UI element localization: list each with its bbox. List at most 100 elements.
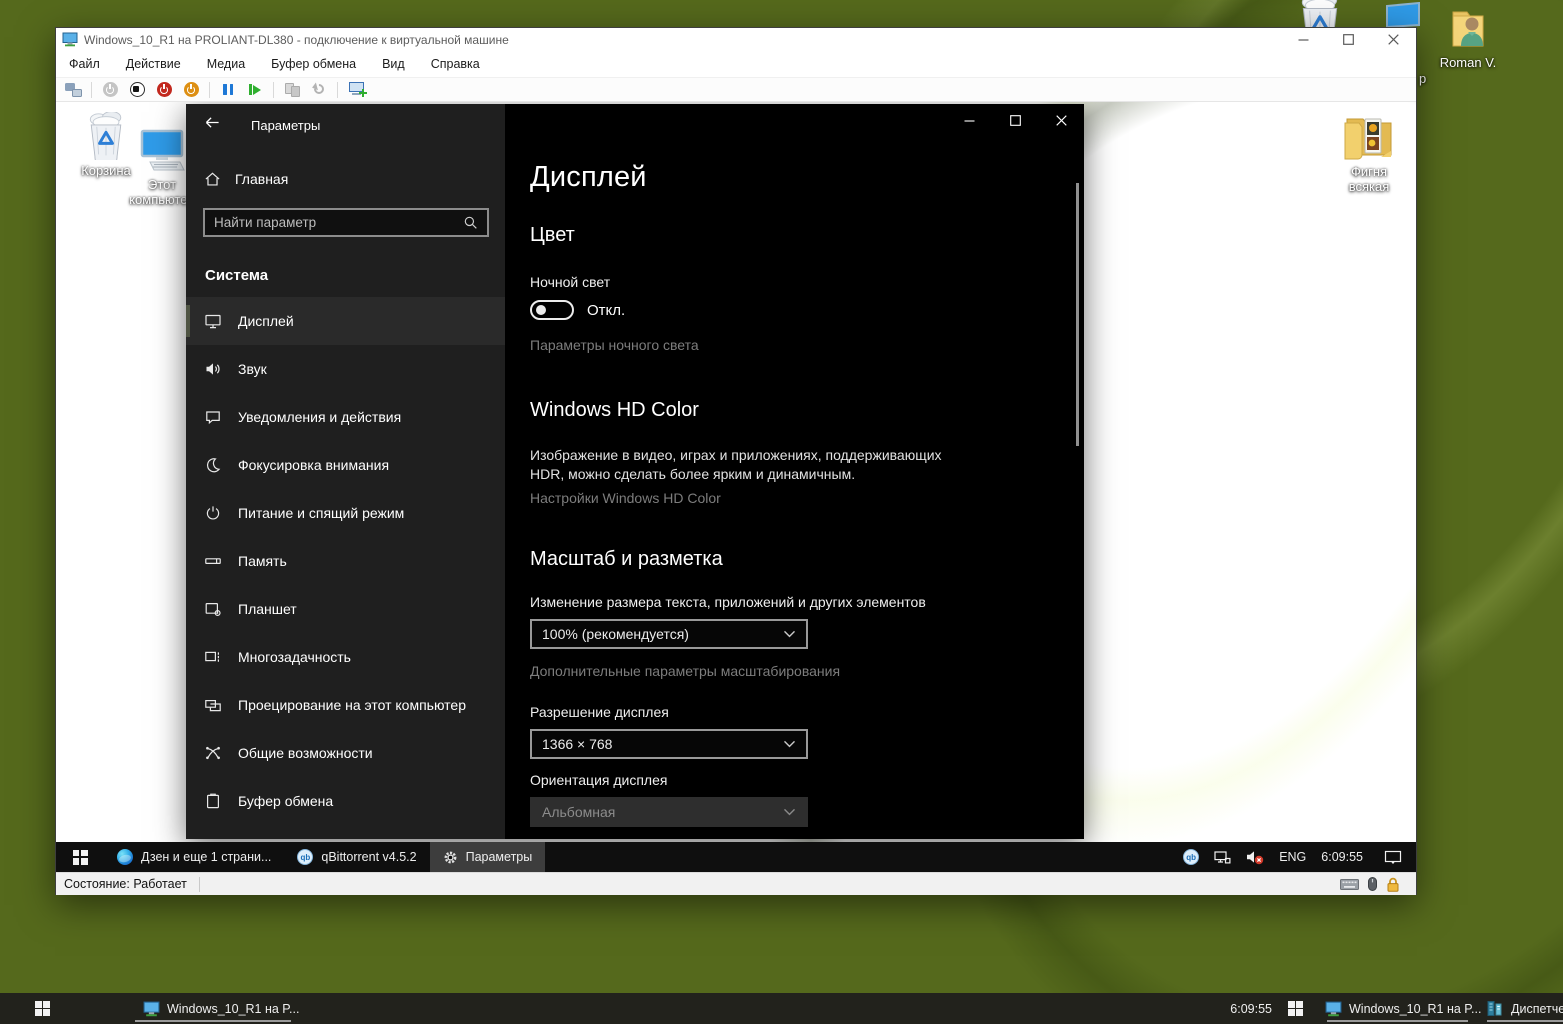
settings-close-button[interactable] <box>1038 104 1084 137</box>
scale-section-title: Масштаб и разметка <box>530 548 1084 571</box>
undo-arrow-icon <box>313 83 326 96</box>
settings-maximize-button[interactable] <box>992 104 1038 137</box>
save-state-button[interactable] <box>182 81 200 99</box>
host-user-folder-icon[interactable]: Roman V. <box>1438 6 1498 70</box>
night-light-toggle[interactable] <box>530 300 574 320</box>
statusbar-separator <box>199 877 200 892</box>
menu-file[interactable]: Файл <box>56 57 113 71</box>
sidebar-item-storage[interactable]: Память <box>186 537 505 585</box>
volume-muted-icon[interactable] <box>1246 849 1264 865</box>
resolution-label: Разрешение дисплея <box>530 704 1084 720</box>
settings-sidebar: Параметры Главная Система Дисплей <box>186 104 505 839</box>
this-pc-icon <box>136 128 188 174</box>
action-center-icon[interactable] <box>1384 849 1402 865</box>
step-play-icon <box>249 84 262 95</box>
ctrl-alt-del-icon <box>65 83 82 97</box>
start-vm-button[interactable] <box>101 81 119 99</box>
toolbar-separator <box>337 82 338 98</box>
menu-media[interactable]: Медиа <box>194 57 258 71</box>
page-title: Дисплей <box>530 161 1084 194</box>
pause-button[interactable] <box>219 81 237 99</box>
shutdown-button[interactable] <box>155 81 173 99</box>
scale-dropdown[interactable]: 100% (рекомендуется) <box>530 619 808 649</box>
qbittorrent-tray-icon[interactable]: qb <box>1183 849 1199 865</box>
sidebar-item-clipboard[interactable]: Буфер обмена <box>186 777 505 825</box>
sidebar-item-shared-experiences[interactable]: Общие возможности <box>186 729 505 777</box>
menu-view[interactable]: Вид <box>369 57 418 71</box>
taskbar-active-underline <box>1327 1020 1468 1022</box>
sidebar-item-focus[interactable]: Фокусировка внимания <box>186 441 505 489</box>
host-partial-desktop-icon[interactable] <box>1381 2 1425 28</box>
guest-folder-icon[interactable]: Фигня всякая <box>1330 113 1408 194</box>
network-icon[interactable] <box>1214 849 1231 865</box>
sidebar-item-notifications[interactable]: Уведомления и действия <box>186 393 505 441</box>
guest-start-button[interactable] <box>56 842 104 872</box>
taskbar-tab-settings[interactable]: Параметры <box>430 842 546 872</box>
night-light-label: Ночной свет <box>530 274 1084 290</box>
power-red-icon <box>157 82 172 97</box>
windows-logo-icon <box>73 850 88 865</box>
gear-icon <box>443 850 458 865</box>
revert-button[interactable] <box>310 81 328 99</box>
settings-app-title: Параметры <box>251 118 320 133</box>
taskbar-tab-edge[interactable]: Дзен и еще 1 страни... <box>104 842 284 872</box>
guest-desktop: Корзина Этот компьютер Фигня вся <box>56 102 1416 872</box>
vm-status-text: Состояние: Работает <box>64 877 187 891</box>
host-clock[interactable]: 6:09:55 <box>1212 993 1272 1024</box>
resolution-dropdown[interactable]: 1366 × 768 <box>530 729 808 759</box>
taskbar-active-underline <box>1487 1020 1563 1022</box>
settings-search-box[interactable] <box>203 208 489 237</box>
vmconnect-app-icon <box>62 32 78 47</box>
folder-with-pictures-icon <box>1341 113 1397 161</box>
language-indicator[interactable]: ENG <box>1279 850 1306 864</box>
settings-search-input[interactable] <box>205 215 463 230</box>
turn-off-button[interactable] <box>128 81 146 99</box>
checkpoint-button[interactable] <box>283 81 301 99</box>
menu-help[interactable]: Справка <box>418 57 493 71</box>
vm-toolbar <box>56 78 1416 102</box>
enhanced-session-button[interactable] <box>347 81 369 99</box>
host-start-button-left[interactable] <box>35 993 50 1024</box>
vm-close-button[interactable] <box>1371 28 1416 51</box>
guest-clock[interactable]: 6:09:55 <box>1321 850 1363 864</box>
settings-minimize-button[interactable] <box>946 104 992 137</box>
night-light-state: Откл. <box>587 302 625 319</box>
night-light-settings-link[interactable]: Параметры ночного света <box>530 337 1084 353</box>
sidebar-item-tablet[interactable]: Планшет <box>186 585 505 633</box>
nav-home[interactable]: Главная <box>186 135 505 187</box>
desktop-icon-label: Roman V. <box>1440 55 1497 70</box>
vm-minimize-button[interactable] <box>1281 28 1326 51</box>
lock-icon <box>1386 877 1400 892</box>
ctrl-alt-del-button[interactable] <box>64 81 82 99</box>
advanced-scaling-link[interactable]: Дополнительные параметры масштабирования <box>530 663 1084 679</box>
guest-system-tray: qb ENG 6:09:55 <box>1183 842 1416 872</box>
back-button[interactable] <box>204 115 221 135</box>
sidebar-item-multitasking[interactable]: Многозадачность <box>186 633 505 681</box>
settings-scrollbar-thumb[interactable] <box>1076 183 1079 446</box>
sidebar-item-power[interactable]: Питание и спящий режим <box>186 489 505 537</box>
chevron-down-icon <box>783 630 796 638</box>
mouse-icon <box>1368 877 1377 891</box>
menu-clipboard[interactable]: Буфер обмена <box>258 57 369 71</box>
sidebar-item-sound[interactable]: Звук <box>186 345 505 393</box>
sidebar-item-projecting[interactable]: Проецирование на этот компьютер <box>186 681 505 729</box>
resume-button[interactable] <box>246 81 264 99</box>
host-start-button-right[interactable] <box>1288 993 1303 1024</box>
hdr-description: Изображение в видео, играх и приложениях… <box>530 446 966 483</box>
windows-logo-icon <box>1288 1001 1303 1016</box>
guest-taskbar: Дзен и еще 1 страни... qb qBittorrent v4… <box>56 842 1416 872</box>
orientation-dropdown[interactable]: Альбомная <box>530 797 808 827</box>
nav-home-label: Главная <box>235 171 288 187</box>
taskbar-tab-qbittorrent[interactable]: qb qBittorrent v4.5.2 <box>284 842 429 872</box>
windows-logo-icon <box>35 1001 50 1016</box>
toolbar-separator <box>91 82 92 98</box>
display-icon <box>203 312 223 330</box>
sidebar-item-display[interactable]: Дисплей <box>186 297 505 345</box>
hdr-settings-link[interactable]: Настройки Windows HD Color <box>530 490 1084 506</box>
vmconnect-app-icon <box>1325 1001 1342 1017</box>
sound-icon <box>203 360 223 378</box>
vm-maximize-button[interactable] <box>1326 28 1371 51</box>
vm-titlebar[interactable]: Windows_10_R1 на PROLIANT-DL380 - подклю… <box>56 28 1416 51</box>
sidebar-nav: Дисплей Звук Уведомления и действия Фоку… <box>186 297 505 825</box>
menu-action[interactable]: Действие <box>113 57 194 71</box>
